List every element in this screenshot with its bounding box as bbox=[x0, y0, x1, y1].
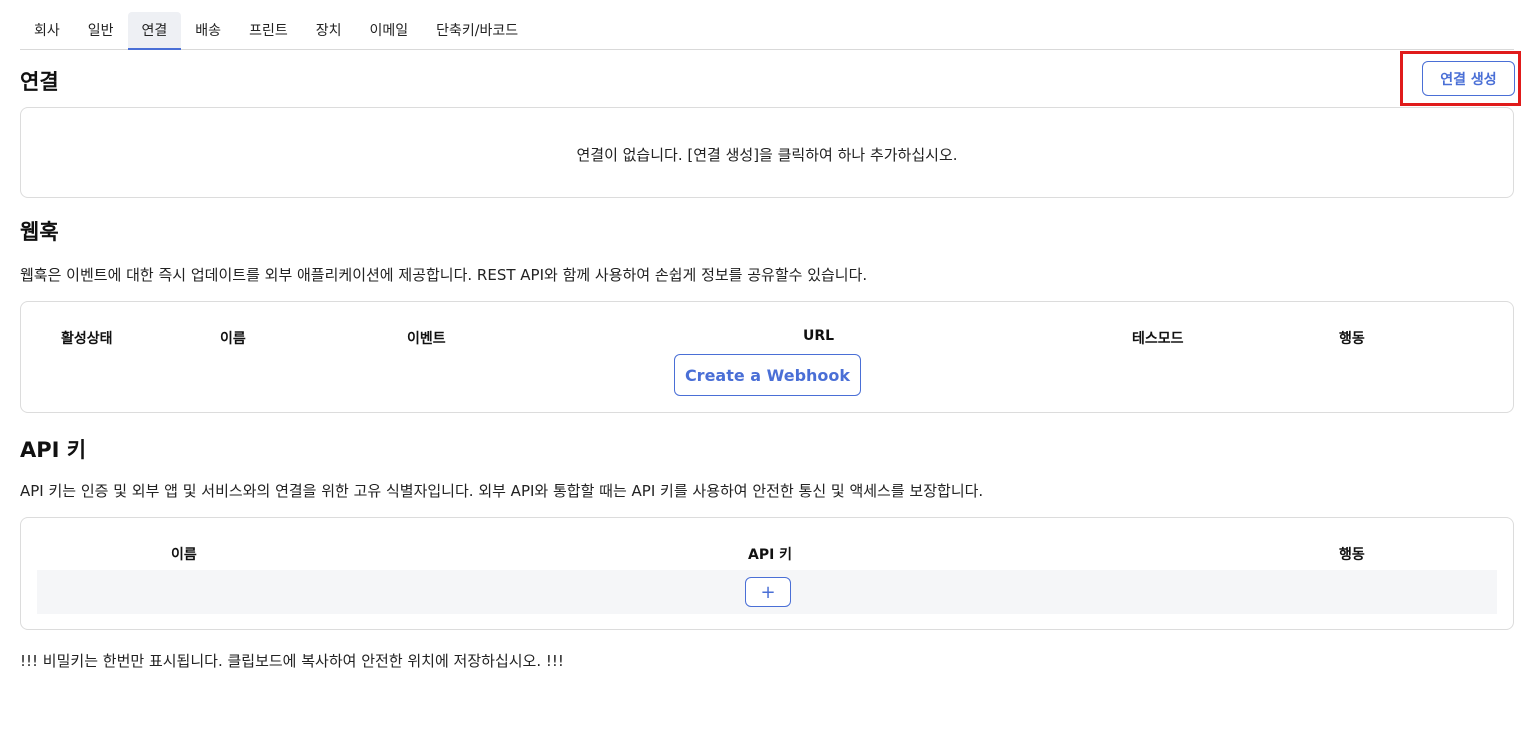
col-name: 이름 bbox=[220, 331, 246, 347]
tab-company[interactable]: 회사 bbox=[20, 12, 74, 50]
webhooks-card: 활성상태 이름 이벤트 URL 테스모드 행동 Create a Webhook bbox=[20, 301, 1514, 413]
col-test-mode: 테스모드 bbox=[1132, 331, 1184, 347]
col-action: 행동 bbox=[1339, 331, 1365, 347]
tab-shipping[interactable]: 배송 bbox=[181, 12, 235, 50]
tab-general[interactable]: 일반 bbox=[74, 12, 128, 50]
tab-email[interactable]: 이메일 bbox=[355, 12, 422, 50]
col-api-name: 이름 bbox=[171, 547, 197, 563]
webhooks-description: 웹훅은 이벤트에 대한 즉시 업데이트를 외부 애플리케이션에 제공합니다. R… bbox=[20, 266, 868, 284]
webhooks-title: 웹훅 bbox=[20, 220, 59, 244]
tab-connections[interactable]: 연결 bbox=[127, 12, 182, 50]
create-webhook-button[interactable]: Create a Webhook bbox=[674, 354, 861, 396]
tab-shortcuts-barcode[interactable]: 단축키/바코드 bbox=[422, 12, 532, 50]
api-keys-description: API 키는 인증 및 외부 앱 및 서비스와의 연결을 위한 고유 식별자입니… bbox=[20, 482, 984, 500]
col-api-action: 행동 bbox=[1339, 547, 1365, 563]
connections-card: 연결이 없습니다. [연결 생성]을 클릭하여 하나 추가하십시오. bbox=[20, 107, 1514, 198]
api-keys-title: API 키 bbox=[20, 438, 87, 462]
api-keys-card: 이름 API 키 행동 + bbox=[20, 517, 1514, 630]
settings-tabs: 회사 일반 연결 배송 프린트 장치 이메일 단축키/바코드 bbox=[20, 12, 1514, 50]
add-api-key-button[interactable]: + bbox=[745, 577, 791, 607]
col-url: URL bbox=[803, 328, 835, 344]
secret-key-warning: !!! 비밀키는 한번만 표시됩니다. 클립보드에 복사하여 안전한 위치에 저… bbox=[20, 652, 564, 670]
connections-empty-message: 연결이 없습니다. [연결 생성]을 클릭하여 하나 추가하십시오. bbox=[576, 146, 958, 164]
col-event: 이벤트 bbox=[407, 331, 446, 347]
tab-print[interactable]: 프린트 bbox=[235, 12, 302, 50]
col-api-key: API 키 bbox=[748, 547, 793, 563]
create-connection-button[interactable]: 연결 생성 bbox=[1422, 61, 1515, 96]
api-key-add-row: + bbox=[37, 570, 1497, 614]
connections-title: 연결 bbox=[20, 70, 59, 94]
tab-devices[interactable]: 장치 bbox=[302, 12, 356, 50]
col-active-status: 활성상태 bbox=[61, 331, 113, 347]
